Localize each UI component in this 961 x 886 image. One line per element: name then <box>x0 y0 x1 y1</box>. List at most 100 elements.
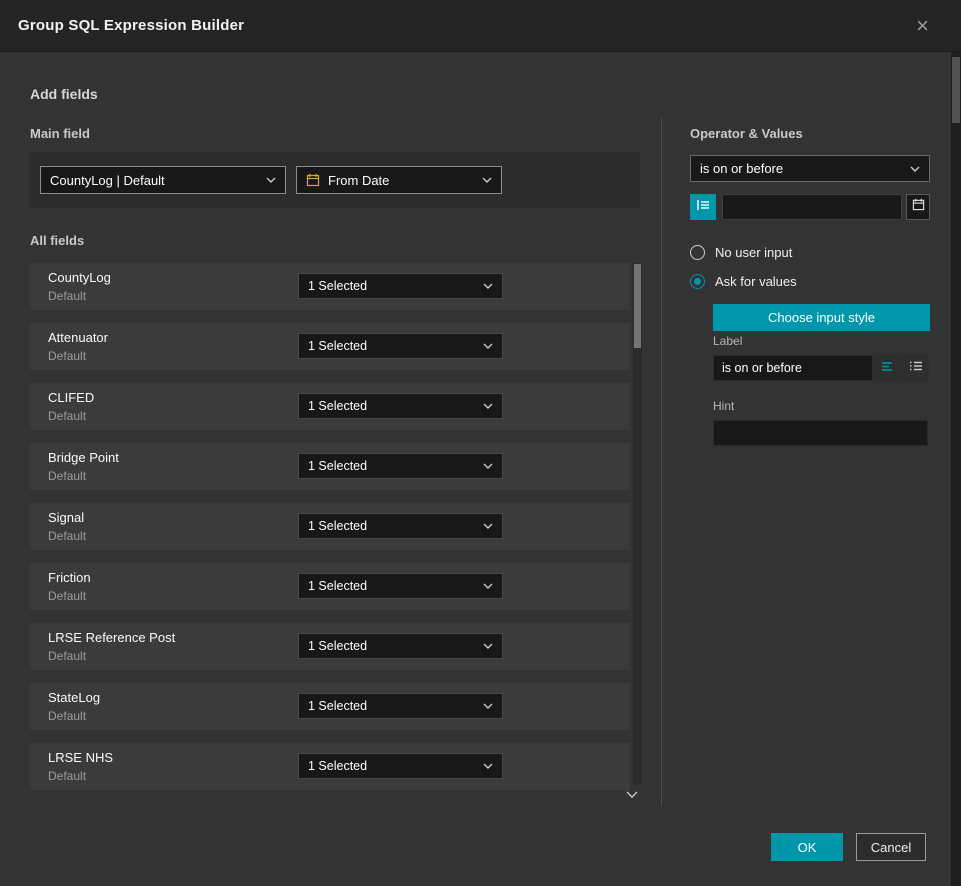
main-field-panel: CountyLog | Default From Date <box>30 152 640 208</box>
field-select-dropdown[interactable]: 1 Selected <box>298 513 503 539</box>
field-row: Friction Default 1 Selected <box>30 563 630 610</box>
close-icon[interactable]: × <box>916 15 943 37</box>
page-scrollbar-track[interactable] <box>951 52 961 886</box>
field-row: LRSE NHS Default 1 Selected <box>30 743 630 790</box>
field-select-dropdown[interactable]: 1 Selected <box>298 393 503 419</box>
field-name: CLIFED <box>48 390 94 405</box>
label-input[interactable] <box>713 355 873 381</box>
field-select-value: 1 Selected <box>308 519 475 533</box>
chevron-down-icon <box>483 583 493 589</box>
page-scrollbar-thumb[interactable] <box>952 57 960 123</box>
multiline-label-button[interactable] <box>902 355 929 381</box>
chevron-down-icon <box>483 343 493 349</box>
field-sublabel: Default <box>48 289 86 303</box>
field-sublabel: Default <box>48 349 86 363</box>
main-field-label: Main field <box>30 126 90 141</box>
radio-label: Ask for values <box>715 274 797 289</box>
ok-button[interactable]: OK <box>771 833 843 861</box>
field-select-value: 1 Selected <box>308 759 475 773</box>
chevron-down-icon <box>266 177 276 183</box>
chevron-down-icon <box>483 283 493 289</box>
field-row: CountyLog Default 1 Selected <box>30 263 630 310</box>
field-select-dropdown[interactable]: 1 Selected <box>298 573 503 599</box>
field-sublabel: Default <box>48 769 86 783</box>
add-fields-heading: Add fields <box>30 86 98 102</box>
chevron-down-icon <box>483 523 493 529</box>
field-select-value: 1 Selected <box>308 339 475 353</box>
field-name: LRSE Reference Post <box>48 630 175 645</box>
column-divider <box>661 118 662 806</box>
operator-select-value: is on or before <box>700 161 902 176</box>
field-name: Bridge Point <box>48 450 119 465</box>
dialog-header: Group SQL Expression Builder × <box>0 0 961 52</box>
field-sublabel: Default <box>48 469 86 483</box>
value-input[interactable] <box>722 194 902 220</box>
field-select-value: From Date <box>328 173 474 188</box>
radio-no-user-input[interactable]: No user input <box>690 245 792 260</box>
field-select-value: 1 Selected <box>308 699 475 713</box>
list-values-icon <box>696 198 710 217</box>
chevron-down-icon <box>482 177 492 183</box>
field-name: Friction <box>48 570 91 585</box>
field-sublabel: Default <box>48 709 86 723</box>
field-name: Attenuator <box>48 330 108 345</box>
field-select-dropdown[interactable]: 1 Selected <box>298 453 503 479</box>
scroll-down-icon[interactable] <box>626 786 638 804</box>
hint-input[interactable] <box>713 420 928 446</box>
label-field-label: Label <box>713 334 742 348</box>
field-row: Bridge Point Default 1 Selected <box>30 443 630 490</box>
chevron-down-icon <box>483 763 493 769</box>
singleline-label-icon <box>881 359 895 378</box>
layer-select-value: CountyLog | Default <box>50 173 258 188</box>
chevron-down-icon <box>910 166 920 172</box>
hint-field-label: Hint <box>713 399 734 413</box>
field-sublabel: Default <box>48 589 86 603</box>
calendar-icon <box>306 173 320 187</box>
field-name: LRSE NHS <box>48 750 113 765</box>
field-row: CLIFED Default 1 Selected <box>30 383 630 430</box>
field-select-value: 1 Selected <box>308 279 475 293</box>
cancel-button[interactable]: Cancel <box>856 833 926 861</box>
operator-values-label: Operator & Values <box>690 126 803 141</box>
field-sublabel: Default <box>48 409 86 423</box>
list-values-button[interactable] <box>690 194 716 220</box>
field-select-dropdown[interactable]: 1 Selected <box>298 753 503 779</box>
field-name: Signal <box>48 510 84 525</box>
list-scrollbar-thumb[interactable] <box>634 264 641 348</box>
group-sql-expression-builder-dialog: Group SQL Expression Builder × Add field… <box>0 0 961 886</box>
field-select-dropdown[interactable]: 1 Selected <box>298 333 503 359</box>
field-select-value: 1 Selected <box>308 639 475 653</box>
chevron-down-icon <box>483 403 493 409</box>
radio-ask-for-values[interactable]: Ask for values <box>690 274 797 289</box>
all-fields-label: All fields <box>30 233 84 248</box>
field-name: CountyLog <box>48 270 111 285</box>
field-select-value: 1 Selected <box>308 399 475 413</box>
field-select-dropdown[interactable]: 1 Selected <box>298 633 503 659</box>
chevron-down-icon <box>483 643 493 649</box>
field-select-value: 1 Selected <box>308 459 475 473</box>
field-select[interactable]: From Date <box>296 166 502 194</box>
radio-label: No user input <box>715 245 792 260</box>
chevron-down-icon <box>483 463 493 469</box>
field-sublabel: Default <box>48 649 86 663</box>
field-row: StateLog Default 1 Selected <box>30 683 630 730</box>
choose-input-style-button[interactable]: Choose input style <box>713 304 930 331</box>
operator-select[interactable]: is on or before <box>690 155 930 182</box>
all-fields-list: CountyLog Default 1 Selected Attenuator … <box>30 263 630 803</box>
field-select-value: 1 Selected <box>308 579 475 593</box>
field-select-dropdown[interactable]: 1 Selected <box>298 693 503 719</box>
dialog-title: Group SQL Expression Builder <box>18 17 244 34</box>
calendar-icon <box>912 198 925 216</box>
field-row: Attenuator Default 1 Selected <box>30 323 630 370</box>
multiline-label-icon <box>909 359 923 378</box>
layer-select[interactable]: CountyLog | Default <box>40 166 286 194</box>
radio-circle <box>690 245 705 260</box>
singleline-label-button[interactable] <box>874 355 901 381</box>
calendar-button[interactable] <box>906 194 930 220</box>
field-row: LRSE Reference Post Default 1 Selected <box>30 623 630 670</box>
chevron-down-icon <box>483 703 493 709</box>
field-name: StateLog <box>48 690 100 705</box>
field-select-dropdown[interactable]: 1 Selected <box>298 273 503 299</box>
field-sublabel: Default <box>48 529 86 543</box>
radio-circle <box>690 274 705 289</box>
